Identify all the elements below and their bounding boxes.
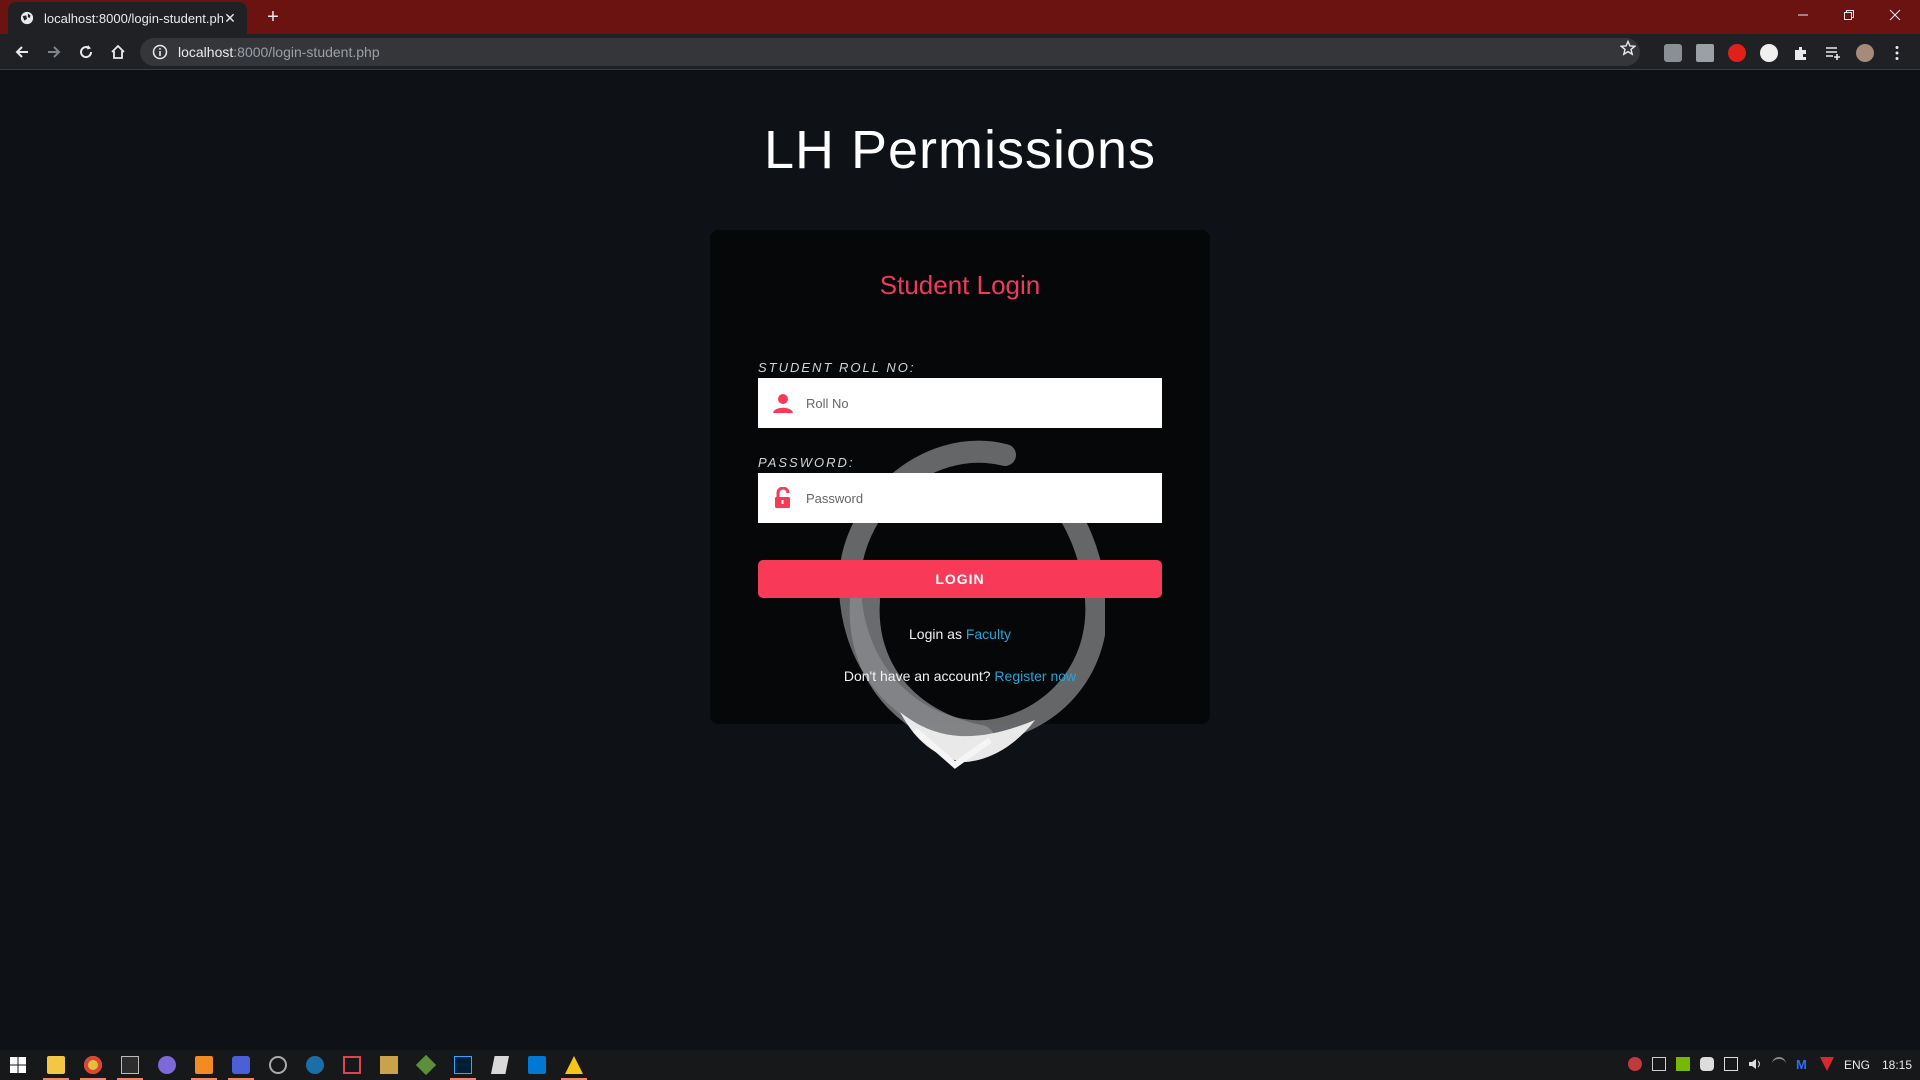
minimize-button[interactable] — [1780, 0, 1826, 30]
register-prompt-text: Don't have an account? — [843, 668, 991, 684]
racing-game-icon[interactable] — [491, 1056, 509, 1074]
extension-glasses-icon[interactable] — [1760, 44, 1778, 62]
menu-dots-icon[interactable] — [1888, 44, 1906, 62]
browser-tab[interactable]: localhost:8000/login-student.php ✕ — [8, 2, 247, 34]
nvidia-icon[interactable] — [1676, 1057, 1690, 1071]
arrow-right-icon — [48, 46, 61, 58]
login-button[interactable]: LOGIN — [758, 560, 1162, 598]
extension-hand-icon[interactable] — [1728, 44, 1746, 62]
register-line: Don't have an account? Register now — [710, 668, 1210, 684]
circle-app-icon[interactable] — [269, 1056, 287, 1074]
profile-avatar[interactable] — [1856, 44, 1874, 62]
file-explorer-icon[interactable] — [47, 1056, 65, 1074]
reload-button[interactable] — [74, 40, 98, 64]
password-label: PASSWORD: — [758, 455, 855, 470]
browser-toolbar: localhost:8000/login-student.php — [0, 34, 1920, 70]
bookmark-star-icon[interactable] — [1620, 40, 1636, 56]
clock[interactable]: 18:15 — [1882, 1058, 1912, 1072]
reading-list-icon[interactable] — [1824, 44, 1842, 62]
linux-penguin-icon[interactable] — [565, 1056, 583, 1074]
unlock-icon — [775, 487, 790, 508]
windows-start-icon[interactable] — [9, 1056, 27, 1074]
vivaldi-icon[interactable] — [343, 1056, 361, 1074]
url-path: :8000/login-student.php — [233, 44, 380, 60]
reload-icon — [80, 45, 93, 59]
site-title: LH Permissions — [763, 120, 1157, 180]
network-icon[interactable] — [1724, 1057, 1738, 1071]
close-tab-icon[interactable]: ✕ — [223, 11, 237, 25]
extension-k-icon[interactable] — [1664, 44, 1682, 62]
malwarebytes-icon[interactable]: M — [1796, 1057, 1810, 1072]
new-tab-button[interactable]: + — [262, 6, 284, 28]
keyboard-icon[interactable] — [1652, 1057, 1666, 1071]
restore-button[interactable] — [1826, 0, 1872, 30]
terminal-icon[interactable] — [121, 1056, 139, 1074]
forward-button[interactable] — [42, 40, 66, 64]
vpn-icon[interactable] — [1820, 1057, 1834, 1071]
chrome-icon[interactable] — [84, 1056, 102, 1074]
login-as-line: Login as Faculty — [710, 626, 1210, 642]
login-card: Student Login STUDENT ROLL NO: PASSWORD:… — [710, 230, 1210, 769]
page-content: LH Permissions Student Login STUDENT ROL… — [0, 70, 1920, 1050]
roll-no-label: STUDENT ROLL NO: — [758, 360, 916, 375]
faculty-login-link[interactable]: Faculty — [966, 626, 1011, 642]
sublime-text-icon[interactable] — [195, 1056, 213, 1074]
tray-app-icon[interactable] — [1628, 1057, 1642, 1071]
outlook-icon[interactable] — [528, 1056, 546, 1074]
minimize-icon — [1798, 14, 1808, 16]
tor-browser-icon[interactable] — [158, 1056, 176, 1074]
register-link[interactable]: Register now — [994, 668, 1076, 684]
onedrive-icon[interactable] — [1772, 1057, 1786, 1071]
browser-tabbar: localhost:8000/login-student.php ✕ + — [0, 0, 1920, 34]
close-icon — [1889, 9, 1901, 21]
home-button[interactable] — [106, 40, 130, 64]
minecraft-icon[interactable] — [415, 1054, 437, 1076]
steam-icon[interactable] — [306, 1056, 324, 1074]
globe-icon — [20, 11, 34, 25]
discord-app-icon[interactable] — [232, 1056, 250, 1074]
volume-icon[interactable] — [1748, 1057, 1762, 1071]
info-icon[interactable] — [152, 44, 168, 60]
password-input[interactable] — [806, 490, 1136, 506]
extension-wallet-icon[interactable] — [1696, 44, 1714, 62]
url-host: localhost — [178, 44, 234, 60]
password-field[interactable] — [758, 473, 1162, 523]
arrow-left-icon — [15, 46, 28, 58]
extensions-puzzle-icon[interactable] — [1792, 44, 1810, 62]
back-button[interactable] — [10, 40, 34, 64]
close-window-button[interactable] — [1872, 0, 1918, 30]
home-icon — [111, 44, 125, 59]
restore-icon — [1844, 10, 1854, 20]
discord-tray-icon[interactable] — [1700, 1057, 1714, 1071]
tab-title: localhost:8000/login-student.php — [44, 10, 223, 26]
login-as-text: Login as — [909, 626, 962, 642]
address-bar[interactable]: localhost:8000/login-student.php — [140, 38, 1640, 66]
photoshop-icon[interactable] — [454, 1056, 472, 1074]
language-indicator[interactable]: ENG — [1844, 1058, 1870, 1072]
card-title: Student Login — [879, 270, 1041, 300]
user-icon — [773, 394, 793, 413]
roll-no-input[interactable] — [806, 395, 1136, 411]
roll-no-field[interactable] — [758, 378, 1162, 428]
game-app-icon[interactable] — [380, 1056, 398, 1074]
taskbar: M ENG 18:15 — [0, 1050, 1920, 1080]
